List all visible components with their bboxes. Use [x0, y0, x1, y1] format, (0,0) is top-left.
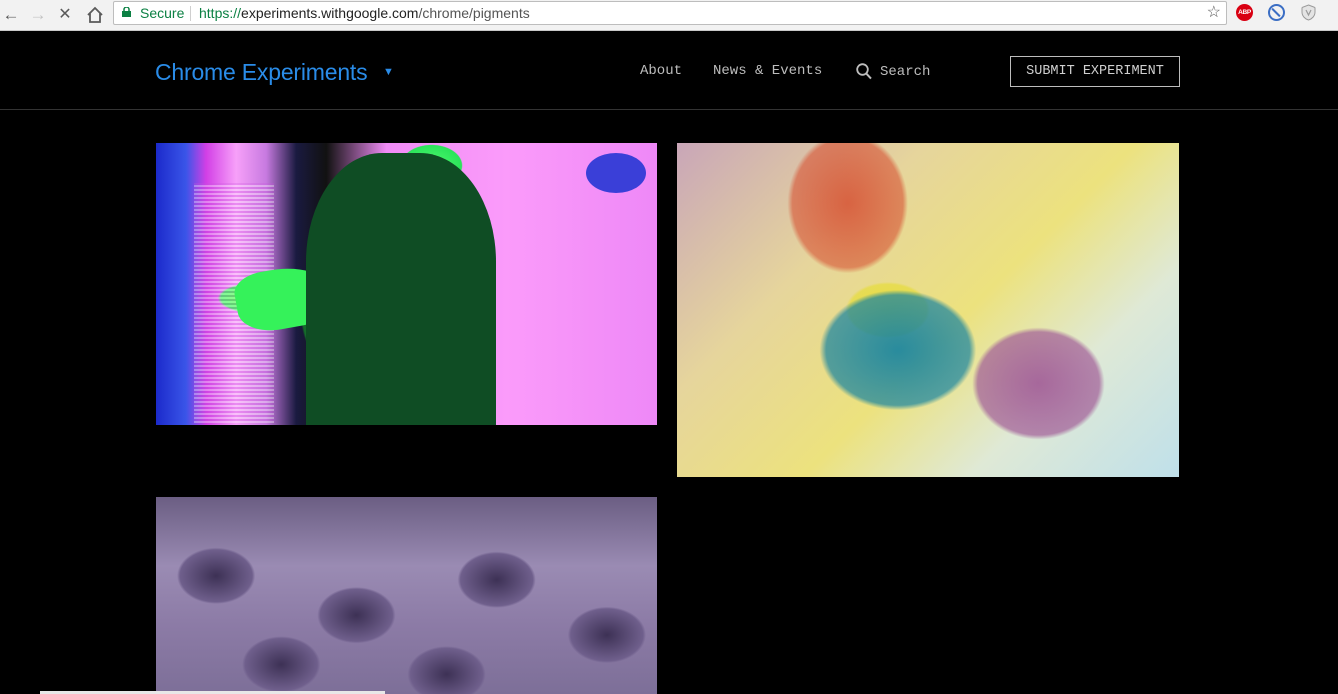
thumbnail-shape [586, 153, 646, 193]
omnibox-divider [190, 6, 191, 21]
url-scheme: https:// [199, 5, 242, 21]
home-icon[interactable] [84, 4, 106, 26]
experiment-card-2[interactable] [677, 143, 1179, 477]
secure-label: Secure [140, 5, 185, 21]
search-icon[interactable] [856, 63, 872, 80]
adblock-plus-icon[interactable]: ABP [1236, 4, 1253, 21]
url-text[interactable]: https://experiments.withgoogle.com/chrom… [199, 2, 530, 24]
url-host: experiments.withgoogle.com [241, 5, 419, 21]
address-bar[interactable]: Secure https://experiments.withgoogle.co… [113, 1, 1227, 25]
lock-icon [122, 7, 131, 17]
submit-experiment-button[interactable]: SUBMIT EXPERIMENT [1010, 56, 1180, 87]
browser-toolbar: ← → ✕ Secure https://experiments.withgoo… [0, 0, 1338, 31]
url-path: /chrome/pigments [418, 5, 530, 21]
shield-icon[interactable] [1300, 4, 1317, 21]
bookmark-star-icon[interactable]: ☆ [1207, 2, 1221, 24]
experiment-card-1[interactable] [156, 143, 657, 425]
back-arrow-icon[interactable]: ← [0, 4, 22, 26]
experiment-card-3[interactable] [156, 497, 657, 694]
nav-about[interactable]: About [640, 63, 682, 79]
thumbnail-figure [306, 153, 496, 425]
stop-loading-icon[interactable]: ✕ [54, 4, 76, 26]
site-logo[interactable]: Chrome Experiments [155, 59, 368, 86]
forward-arrow-icon[interactable]: → [27, 4, 49, 26]
site-header: Chrome Experiments ▼ About News & Events… [0, 31, 1338, 110]
nav-search[interactable]: Search [880, 64, 930, 80]
block-icon[interactable] [1268, 4, 1285, 21]
chevron-down-icon[interactable]: ▼ [383, 66, 394, 78]
nav-news-events[interactable]: News & Events [713, 63, 822, 79]
